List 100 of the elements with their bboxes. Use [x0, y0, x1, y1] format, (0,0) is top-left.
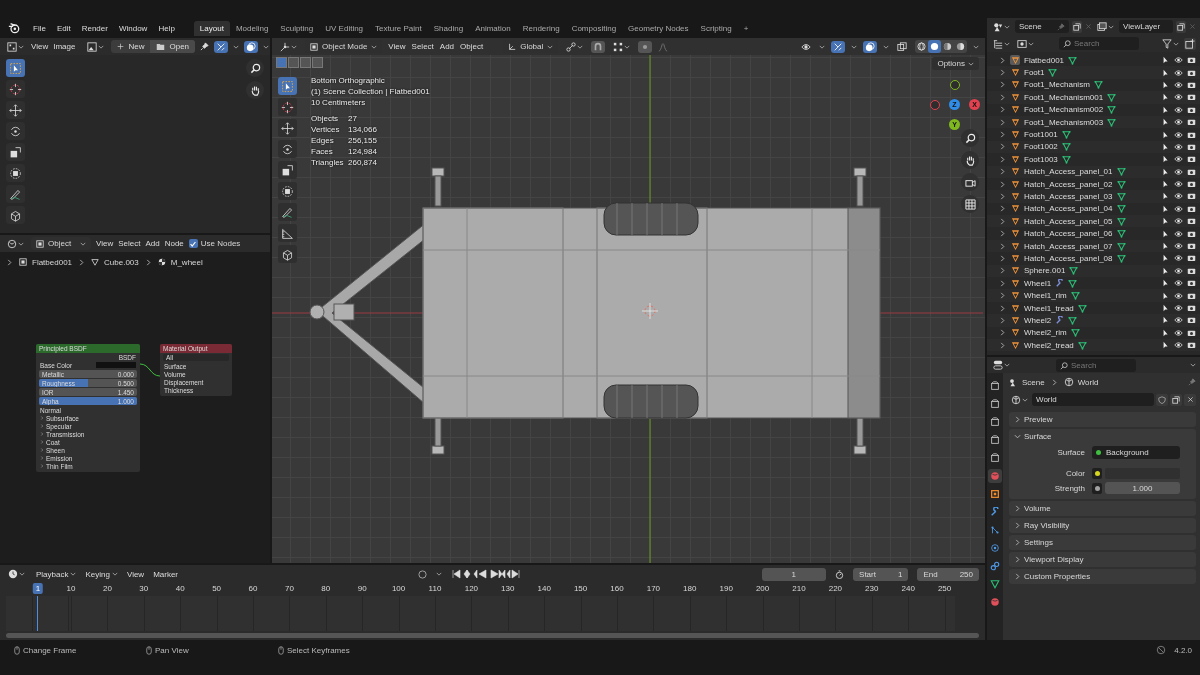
panel-header[interactable]: Viewport Display: [1009, 552, 1196, 567]
menu-item[interactable]: Select: [118, 239, 141, 248]
frame-number: 70: [284, 584, 294, 593]
view-layer-field[interactable]: ViewLayer: [1119, 20, 1173, 33]
search-field[interactable]: Search: [1056, 358, 1136, 372]
outliner-item[interactable]: Foot1003: [1024, 154, 1058, 164]
strength-field[interactable]: 1.000: [1105, 482, 1180, 494]
workspace-tab[interactable]: Modeling: [229, 20, 275, 36]
outliner-item[interactable]: Flatbed001: [1024, 55, 1065, 65]
menu-item[interactable]: Image: [53, 42, 76, 51]
end-frame-field[interactable]: End 250: [917, 567, 979, 581]
workspace-tab[interactable]: Shading: [427, 20, 470, 36]
start-frame-field[interactable]: Start 1: [853, 567, 909, 581]
workspace-tab[interactable]: Texture Paint: [369, 20, 428, 36]
workspace-tab[interactable]: UV Editing: [319, 20, 370, 36]
stat-label: Faces: [311, 147, 334, 156]
workspace-tab[interactable]: Compositing: [565, 20, 623, 36]
outliner-item[interactable]: Foot1001: [1024, 130, 1058, 140]
frame-number: 150: [573, 584, 588, 593]
outliner-item[interactable]: Wheel2: [1024, 315, 1052, 325]
frame-number: 190: [719, 584, 733, 593]
frame-number: 160: [610, 584, 624, 593]
use-nodes-checkbox[interactable]: Use Nodes: [188, 239, 241, 248]
frame-number: 40: [175, 584, 185, 593]
panel-header[interactable]: Volume: [1009, 501, 1196, 516]
menu-item[interactable]: Edit: [56, 23, 71, 33]
outliner-item[interactable]: Wheel1: [1024, 278, 1052, 288]
frame-number: 100: [391, 584, 406, 593]
breadcrumb-item: Scene: [1009, 377, 1045, 387]
frame-number: 60: [248, 584, 258, 593]
outliner-item[interactable]: Hatch_Access_panel_06: [1024, 229, 1113, 239]
menu-item[interactable]: View: [96, 239, 114, 248]
shader-dropdown[interactable]: Background: [1092, 446, 1180, 459]
stat-value: 260,874: [348, 158, 378, 167]
menu-item[interactable]: Select: [411, 42, 434, 51]
menu-item[interactable]: Help: [158, 23, 175, 33]
menu-item[interactable]: Add: [145, 239, 160, 248]
frame-number: 50: [212, 584, 222, 593]
status-hint: Select Keyframes: [287, 645, 350, 655]
panel-header[interactable]: Custom Properties: [1009, 569, 1196, 584]
shader-type-dropdown[interactable]: Object: [31, 237, 91, 250]
outliner-item[interactable]: Hatch_Access_panel_08: [1024, 253, 1113, 263]
new-image-button[interactable]: New: [111, 40, 151, 53]
panel-header[interactable]: Ray Visibility: [1009, 518, 1196, 533]
outliner-item[interactable]: Foot1002: [1024, 142, 1058, 152]
outliner-item[interactable]: Hatch_Access_panel_02: [1024, 179, 1113, 189]
add-workspace-button[interactable]: +: [737, 20, 755, 36]
outliner-item[interactable]: Wheel1_tread: [1024, 303, 1074, 313]
outliner-item[interactable]: Wheel2_tread: [1024, 340, 1074, 350]
workspace-tab[interactable]: Scripting: [694, 20, 738, 36]
property-label: Color: [1064, 469, 1085, 478]
frame-number: 110: [428, 584, 442, 593]
workspace-tab[interactable]: Geometry Nodes: [622, 20, 695, 36]
breadcrumb-item[interactable]: Cube.003: [91, 257, 139, 267]
menu-item[interactable]: Add: [439, 42, 455, 51]
search-field[interactable]: Search: [1059, 37, 1139, 50]
breadcrumb-item[interactable]: M_wheel: [157, 257, 203, 267]
frame-number: 130: [501, 584, 515, 593]
menu-item[interactable]: View: [31, 42, 49, 51]
options-dropdown[interactable]: Options: [932, 57, 979, 70]
outliner-item[interactable]: Foot1_Mechanism002: [1024, 105, 1104, 115]
open-image-button[interactable]: Open: [150, 40, 196, 53]
panel-header[interactable]: Preview: [1009, 412, 1196, 427]
menu-item[interactable]: File: [33, 23, 46, 33]
current-frame-marker[interactable]: 1: [32, 583, 44, 594]
menu-item[interactable]: Playback: [36, 569, 77, 579]
frame-number: 30: [139, 584, 149, 593]
outliner-item[interactable]: Wheel2_rim: [1024, 328, 1067, 338]
workspace-tab[interactable]: Animation: [469, 20, 517, 36]
frame-number: 210: [792, 584, 806, 593]
stat-label: Objects: [311, 114, 340, 123]
workspace-tab[interactable]: Layout: [193, 20, 230, 36]
stat-label: Vertices: [311, 125, 341, 134]
menu-item[interactable]: Render: [81, 23, 108, 33]
frame-number: 170: [646, 584, 661, 593]
workspace-tab[interactable]: Rendering: [516, 20, 566, 36]
frame-number: 120: [464, 584, 479, 593]
breadcrumb-item[interactable]: Flatbed001: [19, 257, 73, 267]
current-frame-field[interactable]: 1: [761, 567, 827, 581]
stat-value: 27: [348, 114, 358, 123]
menu-item[interactable]: Keying: [85, 569, 118, 579]
frame-number: 250: [937, 584, 952, 593]
outliner-item[interactable]: Sphere.001: [1024, 266, 1066, 276]
frame-number: 80: [321, 584, 331, 593]
status-hint: Pan View: [155, 645, 189, 655]
outliner-item[interactable]: Foot1_Mechanism: [1024, 80, 1090, 90]
outliner-item[interactable]: Wheel1_rim: [1024, 291, 1067, 301]
menu-item[interactable]: View: [126, 569, 145, 579]
menu-item[interactable]: View: [388, 42, 406, 51]
menu-item[interactable]: Node: [164, 239, 184, 248]
world-name-field[interactable]: World: [1032, 393, 1154, 406]
menu-item[interactable]: Marker: [153, 569, 179, 579]
panel-header[interactable]: Settings: [1009, 535, 1196, 550]
panel-header[interactable]: Surface: [1009, 429, 1196, 444]
outliner-item[interactable]: Hatch_Access_panel_04: [1024, 204, 1113, 214]
scene-field[interactable]: Scene: [1015, 20, 1069, 33]
menu-item[interactable]: Window: [118, 23, 148, 33]
workspace-tab[interactable]: Sculpting: [274, 20, 320, 36]
outliner-item[interactable]: Foot1: [1024, 68, 1045, 78]
menu-item[interactable]: Object: [460, 42, 484, 51]
